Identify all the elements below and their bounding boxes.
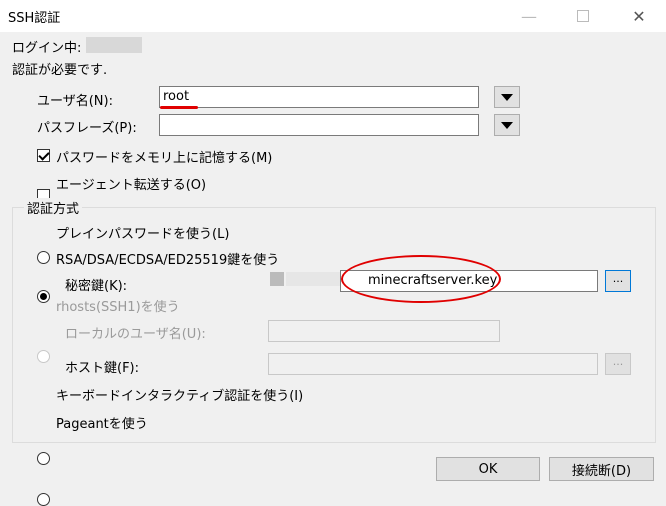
username-value: root: [163, 89, 190, 104]
ok-button[interactable]: OK: [436, 457, 540, 481]
auth-method-group-label: 認証方式: [24, 198, 83, 217]
private-key-path-redacted: [286, 272, 340, 286]
private-key-label: 秘密鍵(K):: [65, 279, 128, 294]
rhosts-radio[interactable]: [37, 350, 50, 363]
local-user-label: ローカルのユーザ名(U):: [65, 327, 206, 342]
pageant-radio[interactable]: [37, 493, 50, 506]
passphrase-dropdown-button[interactable]: [494, 114, 520, 136]
disconnect-button[interactable]: 接続断(D): [549, 457, 654, 481]
close-icon: ✕: [632, 6, 646, 26]
username-dropdown-button[interactable]: [494, 86, 520, 108]
plain-password-label[interactable]: プレインパスワードを使う(L): [56, 223, 229, 242]
minimize-button[interactable]: —: [506, 0, 552, 32]
username-field[interactable]: root: [159, 86, 479, 108]
host-key-label: ホスト鍵(F):: [65, 361, 140, 376]
window-title: SSH認証: [8, 11, 61, 26]
local-user-field[interactable]: [268, 320, 500, 342]
keyboard-interactive-radio[interactable]: [37, 452, 50, 465]
maximize-button[interactable]: [560, 0, 606, 32]
annotation-circle: [341, 255, 501, 303]
passphrase-field[interactable]: [159, 114, 479, 136]
agent-forwarding-label[interactable]: エージェント転送する(O): [56, 174, 206, 193]
login-status-label: ログイン中:: [12, 41, 82, 56]
rhosts-label[interactable]: rhosts(SSH1)を使う: [56, 296, 180, 315]
maximize-icon: [577, 10, 589, 22]
keyboard-interactive-label[interactable]: キーボードインタラクティブ認証を使う(I): [56, 385, 303, 404]
passphrase-label: パスフレーズ(P):: [37, 121, 137, 136]
private-key-browse-button[interactable]: ...: [605, 270, 631, 292]
close-button[interactable]: ✕: [616, 0, 662, 32]
auth-required-text: 認証が必要です.: [12, 63, 108, 78]
rsa-key-radio[interactable]: [37, 290, 50, 303]
minimize-icon: —: [521, 6, 537, 26]
username-label: ユーザ名(N):: [37, 94, 113, 109]
rsa-key-label[interactable]: RSA/DSA/ECDSA/ED25519鍵を使う: [56, 249, 279, 268]
chevron-down-icon: [501, 121, 513, 129]
remember-password-checkbox[interactable]: [37, 149, 50, 162]
plain-password-radio[interactable]: [37, 251, 50, 264]
chevron-down-icon: [501, 93, 513, 101]
annotation-underline: [160, 106, 198, 109]
login-host-redacted: [86, 37, 142, 53]
host-key-browse-button[interactable]: ...: [605, 353, 631, 375]
remember-password-label[interactable]: パスワードをメモリ上に記憶する(M): [56, 147, 272, 166]
host-key-field[interactable]: [268, 353, 598, 375]
private-key-path-redacted: [270, 272, 284, 286]
pageant-label[interactable]: Pageantを使う: [56, 413, 148, 432]
